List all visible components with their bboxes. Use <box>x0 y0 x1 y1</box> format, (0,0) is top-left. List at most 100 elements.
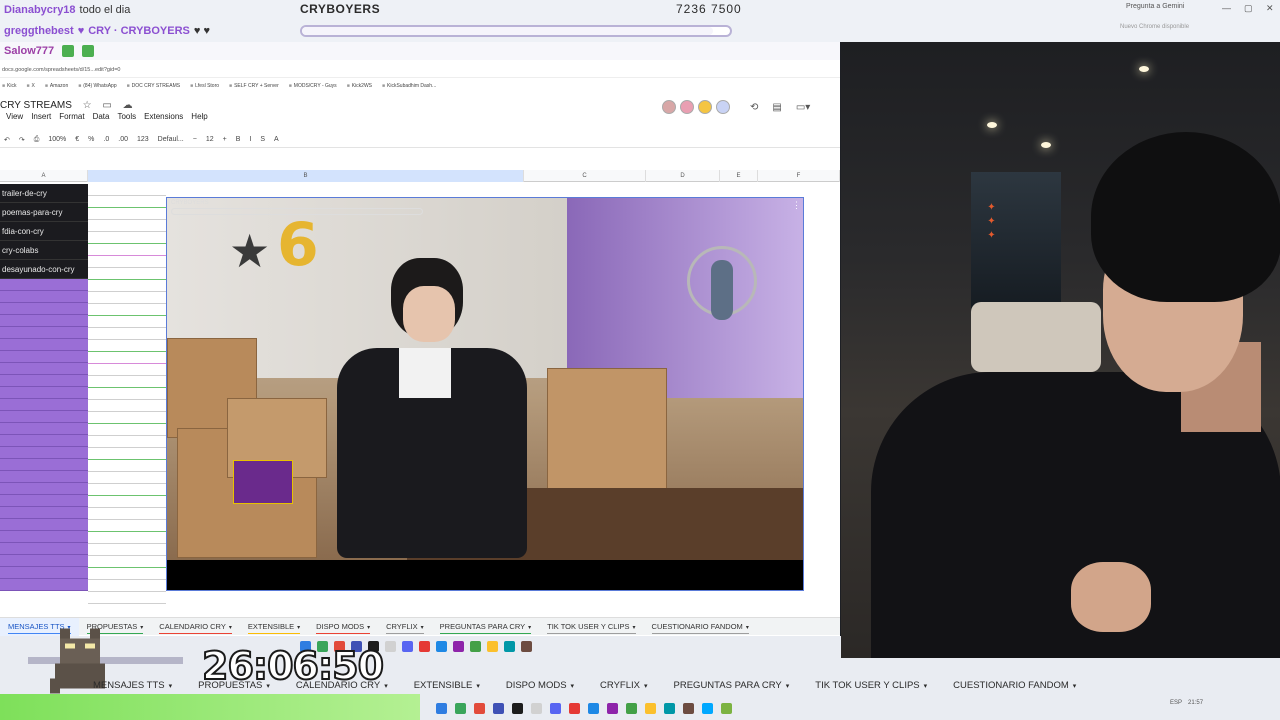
column-header-a[interactable]: A <box>0 170 88 182</box>
menu-format[interactable]: Format <box>59 112 84 121</box>
app-icon[interactable] <box>607 702 618 714</box>
cell[interactable] <box>88 448 166 460</box>
cell[interactable] <box>88 388 166 400</box>
menu-view[interactable]: View <box>6 112 23 121</box>
address-bar[interactable]: docs.google.com/spreadsheets/d/15...edit… <box>0 62 840 78</box>
gemini-button[interactable]: Pregunta a Gemini <box>1126 3 1184 10</box>
cell[interactable] <box>88 196 166 208</box>
sheet-tab[interactable]: CALENDARIO CRY ▾ <box>151 618 240 636</box>
app-icon[interactable] <box>436 640 447 652</box>
app-icon[interactable] <box>550 702 561 714</box>
toolbar-item[interactable]: Defaul... <box>158 136 184 143</box>
app-icon[interactable] <box>385 640 396 652</box>
toolbar-item[interactable]: .00 <box>118 136 128 143</box>
bookmark-item[interactable]: KickSubadhim Dash... <box>382 83 436 89</box>
cell[interactable] <box>0 411 88 423</box>
cell[interactable] <box>88 376 166 388</box>
toolbar-item[interactable]: % <box>88 136 94 143</box>
cell[interactable] <box>88 256 166 268</box>
bookmark-item[interactable]: MODS/CRY - Guys <box>289 83 337 89</box>
cell[interactable] <box>88 352 166 364</box>
cell[interactable]: poemas-para-cry <box>0 203 88 222</box>
toolbar-item[interactable]: ↷ <box>19 136 25 144</box>
cell[interactable] <box>88 580 166 592</box>
toolbar-item[interactable]: € <box>75 136 79 143</box>
cell[interactable] <box>0 291 88 303</box>
cell[interactable] <box>0 447 88 459</box>
chevron-down-icon[interactable]: ▾ <box>924 683 928 690</box>
menu-extensions[interactable]: Extensions <box>144 112 183 121</box>
chevron-down-icon[interactable]: ▾ <box>644 683 648 690</box>
cell[interactable] <box>88 304 166 316</box>
history-icon[interactable]: ⟲ <box>750 102 758 113</box>
app-icon[interactable] <box>487 640 498 652</box>
more-vert-icon[interactable]: ⋮ <box>792 200 801 211</box>
cell[interactable] <box>88 244 166 256</box>
toolbar-item[interactable]: 123 <box>137 136 149 143</box>
toolbar-item[interactable]: 12 <box>206 136 214 143</box>
cell[interactable] <box>0 567 88 579</box>
menu-tools[interactable]: Tools <box>117 112 136 121</box>
avatar[interactable] <box>698 100 712 114</box>
cell[interactable] <box>0 459 88 471</box>
app-icon[interactable] <box>645 702 656 714</box>
cell[interactable] <box>0 495 88 507</box>
cell[interactable] <box>0 519 88 531</box>
bookmark-item[interactable]: Kick <box>2 83 16 89</box>
cloud-icon[interactable]: ☁ <box>123 100 133 111</box>
sheet-tab[interactable]: CALENDARIO CRY ▾ <box>283 680 401 691</box>
cell[interactable] <box>88 328 166 340</box>
bookmark-item[interactable]: Lfesl Storo <box>190 83 219 89</box>
sheet-tab[interactable]: PREGUNTAS PARA CRY ▾ <box>661 680 803 691</box>
cell[interactable] <box>0 387 88 399</box>
cell[interactable]: desayunado-con-cry <box>0 260 88 279</box>
chevron-down-icon[interactable]: ▾ <box>229 625 232 631</box>
cell[interactable] <box>0 279 88 291</box>
cell[interactable] <box>88 484 166 496</box>
sheet-tab[interactable]: DISPO MODS ▾ <box>493 680 587 691</box>
column-header-e[interactable]: E <box>720 170 758 182</box>
tray-clock[interactable]: 21:57 <box>1188 700 1203 706</box>
cell[interactable] <box>88 520 166 532</box>
chevron-down-icon[interactable]: ▾ <box>1073 683 1077 690</box>
sheet-tab[interactable]: MENSAJES TTS ▾ <box>80 680 185 691</box>
cell[interactable] <box>0 435 88 447</box>
sheet-tab[interactable]: CUESTIONARIO FANDOM ▾ <box>940 680 1089 691</box>
embedded-video[interactable]: ★ 6 CRYBOYERS ⋮ <box>166 197 804 591</box>
cell[interactable] <box>88 208 166 220</box>
app-icon[interactable] <box>626 702 637 714</box>
menu-help[interactable]: Help <box>191 112 207 121</box>
cell[interactable] <box>0 423 88 435</box>
avatar[interactable] <box>680 100 694 114</box>
app-icon[interactable] <box>470 640 481 652</box>
chevron-down-icon[interactable]: ▾ <box>367 625 370 631</box>
cell[interactable] <box>88 568 166 580</box>
chevron-down-icon[interactable]: ▾ <box>169 683 173 690</box>
app-icon[interactable] <box>474 702 485 714</box>
toolbar-item[interactable]: + <box>223 136 227 143</box>
cell[interactable] <box>0 351 88 363</box>
toolbar-item[interactable]: .0 <box>103 136 109 143</box>
chevron-down-icon[interactable]: ▾ <box>786 683 790 690</box>
close-icon[interactable]: ✕ <box>1266 3 1274 14</box>
cell[interactable] <box>88 268 166 280</box>
toolbar-item[interactable]: I <box>249 136 251 143</box>
app-icon[interactable] <box>531 702 542 714</box>
chevron-down-icon[interactable]: ▾ <box>297 625 300 631</box>
toolbar-item[interactable]: ↶ <box>4 136 10 144</box>
toolbar-item[interactable]: A <box>274 136 279 143</box>
cell[interactable] <box>0 507 88 519</box>
cell[interactable] <box>88 472 166 484</box>
sheet-tab[interactable]: PREGUNTAS PARA CRY ▾ <box>432 618 539 636</box>
cell[interactable] <box>0 555 88 567</box>
sheet-tab[interactable]: TIK TOK USER Y CLIPS ▾ <box>802 680 940 691</box>
app-icon[interactable] <box>588 702 599 714</box>
app-icon[interactable] <box>436 702 447 714</box>
sheet-tab[interactable]: CRYFLIX ▾ <box>587 680 660 691</box>
toolbar-item[interactable]: − <box>193 136 197 143</box>
cell[interactable] <box>88 424 166 436</box>
avatar[interactable] <box>716 100 730 114</box>
column-header-f[interactable]: F <box>758 170 840 182</box>
minimize-icon[interactable]: — <box>1222 3 1231 13</box>
column-header-d[interactable]: D <box>646 170 720 182</box>
